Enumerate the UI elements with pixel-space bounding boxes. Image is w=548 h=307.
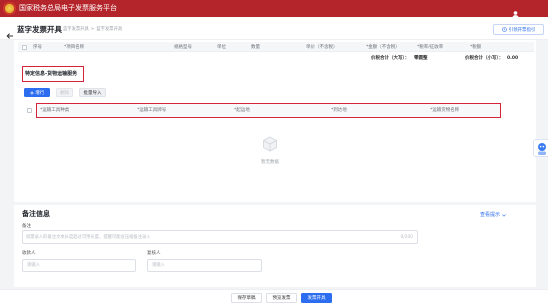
column-header-vehicle-type: *运输工具种类 — [40, 108, 70, 113]
total-lower-value: 0.00 — [507, 56, 519, 61]
total-upper-label: 价税合计（大写）： — [371, 56, 410, 61]
remarks-title: 备注信息 — [22, 210, 50, 218]
batch-import-button[interactable]: 批量导入 — [79, 88, 106, 97]
chevron-down-icon — [501, 213, 506, 217]
total-upper-value: 零圆整 — [414, 56, 428, 61]
empty-box-icon — [261, 135, 279, 153]
payee-input[interactable]: 请输入 — [22, 259, 136, 272]
column-header-quantity: 数量 — [251, 44, 260, 50]
column-header-vehicle-plate: *运输工具牌号 — [137, 108, 167, 113]
delete-label: 删除 — [60, 90, 69, 96]
plus-icon — [30, 90, 34, 95]
column-header-unit-price: 单价（不含税） — [306, 44, 338, 50]
arrow-left-icon[interactable] — [6, 25, 14, 39]
guide-button[interactable]: 引领开票指引 — [493, 24, 544, 35]
breadcrumb-separator: > — [90, 26, 95, 32]
breadcrumb-item[interactable]: 蓝字发票开具 — [63, 27, 89, 32]
view-tips-label: 查看提示 — [480, 212, 501, 218]
reviewer-label: 复核人 — [147, 251, 161, 256]
save-draft-label: 保存草稿 — [237, 296, 256, 301]
items-table-header — [18, 42, 534, 52]
remarks-card — [14, 205, 536, 287]
special-info-title: 特定信息-货物运输服务 — [25, 71, 78, 77]
guide-button-label: 引领开票指引 — [508, 27, 536, 33]
breadcrumb: 蓝字发票开具 > 蓝字发票开具 — [63, 27, 124, 33]
preview-invoice-button[interactable]: 预览发票 — [266, 293, 297, 303]
column-header-unit: 单位 — [217, 44, 226, 50]
payee-label: 收款人 — [22, 251, 36, 256]
invoice-items-card — [14, 40, 536, 202]
user-icon[interactable] — [511, 4, 520, 19]
delete-button[interactable]: 删除 — [56, 88, 73, 97]
save-draft-button[interactable]: 保存草稿 — [231, 293, 262, 303]
payee-placeholder: 请输入 — [27, 263, 40, 268]
platform-title: 国家税务总局电子发票服务平台 — [19, 4, 117, 12]
column-header-destination: *到达地 — [331, 108, 347, 113]
column-header-tax-rate: *税率/征收率 — [417, 44, 444, 50]
preview-invoice-label: 预览发票 — [272, 296, 291, 301]
column-header-item-name: *项目名称 — [64, 44, 85, 50]
issue-invoice-button[interactable]: 发票开具 — [301, 293, 332, 303]
column-header-goods-name: *运输货物名称 — [430, 108, 460, 113]
remark-placeholder: 如需录入的备注文本长度超过可用长度，提醒可能会压缩备注录入 — [26, 234, 151, 240]
column-header-origin: *起运地 — [234, 108, 250, 113]
column-header-tax: *税额 — [470, 44, 482, 50]
issue-invoice-label: 发票开具 — [307, 296, 326, 301]
reviewer-placeholder: 请输入 — [152, 263, 165, 268]
view-tips-toggle[interactable]: 查看提示 — [480, 212, 506, 218]
reviewer-input[interactable]: 请输入 — [147, 259, 262, 272]
total-lower-label: 价税合计（小写）： — [465, 56, 504, 61]
items-select-all-checkbox[interactable] — [22, 44, 27, 50]
add-row-button[interactable]: 增行 — [24, 88, 50, 97]
page-title: 蓝字发票开具 — [17, 24, 62, 34]
column-header-amount: *金额（不含税） — [366, 44, 400, 50]
guide-icon — [501, 27, 507, 32]
national-emblem-icon — [3, 2, 16, 15]
column-header-spec: 规格型号 — [174, 44, 192, 50]
column-header-index: 序号 — [33, 44, 42, 50]
batch-import-label: 批量导入 — [83, 90, 102, 96]
add-row-label: 增行 — [35, 90, 45, 96]
remark-textarea[interactable]: 如需录入的备注文本长度超过可用长度，提醒可能会压缩备注录入 0/200 — [22, 230, 418, 244]
breadcrumb-item-current: 蓝字发票开具 — [96, 26, 123, 32]
transport-select-all-checkbox[interactable] — [27, 108, 32, 113]
empty-state-text: 暂无数据 — [261, 160, 279, 165]
remark-char-count: 0/200 — [400, 234, 413, 240]
assistant-icon[interactable] — [533, 139, 548, 157]
